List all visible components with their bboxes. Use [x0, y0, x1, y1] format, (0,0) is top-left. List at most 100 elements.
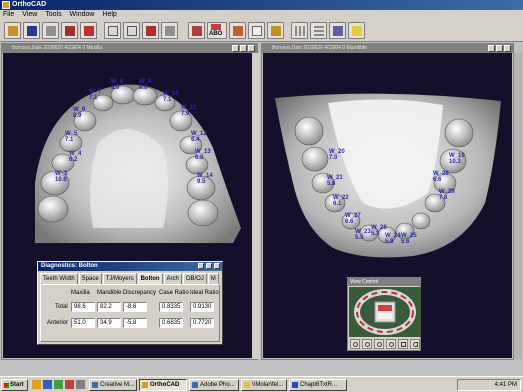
- abo-button[interactable]: ABO: [207, 22, 227, 39]
- undo-icon: [413, 342, 418, 347]
- zoom-window-button[interactable]: [386, 339, 396, 349]
- menu-tools[interactable]: Tools: [42, 10, 64, 20]
- header-maxilla: Maxilla: [71, 290, 90, 296]
- cell-anterior-ideal-ratio: 0.7720: [190, 318, 214, 328]
- quicklaunch-app-icon[interactable]: [76, 380, 85, 389]
- mandible-minimize-button[interactable]: [488, 45, 495, 52]
- chart-button[interactable]: [329, 22, 346, 39]
- maxilla-label-w13: W_13 6.8: [195, 149, 211, 161]
- cell-total-maxilla: 98.6: [71, 302, 95, 312]
- cell-anterior-case-ratio: 0.6835: [159, 318, 183, 328]
- zoom-out-button[interactable]: [362, 339, 372, 349]
- maxilla-close-button[interactable]: [248, 45, 255, 52]
- bolton-panel: Maxilla Mandible Discrepancy Case Ratio …: [40, 284, 220, 342]
- cell-anterior-mandible: 34.9: [97, 318, 121, 328]
- save-icon: [27, 26, 37, 36]
- cube-icon: [84, 26, 94, 36]
- tab-m[interactable]: M: [207, 273, 219, 284]
- maxilla-label-w9: W_9 8.8: [139, 79, 152, 91]
- dialog-minimize-button[interactable]: [198, 263, 204, 269]
- menu-help[interactable]: Help: [99, 10, 119, 20]
- dialog-close-button[interactable]: [214, 263, 220, 269]
- view-side-icon: [146, 26, 156, 36]
- tab-space[interactable]: Space: [78, 273, 102, 284]
- view-side-button[interactable]: [142, 22, 159, 39]
- print-button[interactable]: [42, 22, 59, 39]
- reset-view-button[interactable]: [398, 339, 408, 349]
- undo-view-button[interactable]: [410, 339, 420, 349]
- print-icon: [46, 26, 56, 36]
- maxilla-label-w11: W_11 7.9: [181, 105, 197, 117]
- cube-button[interactable]: [80, 22, 97, 39]
- mandible-window-title-text: Burrows,Dale 2039620 4/19/04 0 Mandible: [272, 45, 367, 51]
- mandible-label-w20: W_20 7.0: [329, 149, 345, 161]
- task-creative[interactable]: Creative M...: [89, 379, 137, 391]
- mandible-label-w19: W_19 10.3: [449, 153, 465, 165]
- maxilla-label-w4: W_4 6.2: [69, 151, 82, 163]
- view-control-title: View Control: [348, 278, 420, 286]
- zoom-in-button[interactable]: [350, 339, 360, 349]
- quicklaunch-folder-icon[interactable]: [32, 380, 41, 389]
- occlusion-icon: [233, 26, 243, 36]
- help-button[interactable]: [348, 22, 365, 39]
- maxilla-minimize-button[interactable]: [232, 45, 239, 52]
- header-discrepancy: Discrepancy: [123, 290, 157, 296]
- task-molar-folder[interactable]: \\Molar\fel...: [241, 379, 287, 391]
- rotate-button[interactable]: [161, 22, 178, 39]
- export-button[interactable]: [61, 22, 78, 39]
- app-title-bar: OrthoCAD: [0, 0, 523, 10]
- app-title: OrthoCAD: [12, 1, 47, 8]
- open-button[interactable]: [4, 22, 21, 39]
- bolton-tab-strip: Teeth Width Space TJ/Moyers Bolton Arch …: [40, 273, 219, 284]
- main-scrollbar[interactable]: [514, 53, 522, 359]
- task-adobe-photoshop[interactable]: Adobe Pho...: [189, 379, 239, 391]
- orthocad-task-icon: [142, 382, 148, 388]
- tab-ob-oj[interactable]: OB/OJ: [182, 273, 207, 284]
- maxilla-scrollbar[interactable]: [252, 53, 260, 359]
- view-control-panel: View Control: [347, 277, 421, 351]
- mandible-label-w22: W_22 6.1: [333, 195, 349, 207]
- row-label-anterior: Anterior: [47, 320, 69, 326]
- tooth-icon: [252, 26, 262, 36]
- quicklaunch-desktop-icon[interactable]: [54, 380, 63, 389]
- menu-view[interactable]: View: [19, 10, 40, 20]
- start-button[interactable]: Start: [1, 379, 28, 391]
- save-button[interactable]: [23, 22, 40, 39]
- quicklaunch-mail-icon[interactable]: [65, 380, 74, 389]
- main-toolbar: ABO: [0, 20, 523, 42]
- tab-arch[interactable]: Arch: [163, 273, 182, 284]
- tooth-button[interactable]: [248, 22, 265, 39]
- maxilla-label-w7: W_7 7.1: [89, 89, 102, 101]
- dialog-maximize-button[interactable]: [206, 263, 212, 269]
- abo-label: ABO: [209, 31, 223, 37]
- table-button[interactable]: [310, 22, 327, 39]
- view-control-ring[interactable]: [349, 287, 421, 337]
- maxilla-label-w12: W_12 6.4: [191, 131, 207, 143]
- quicklaunch-browser-icon[interactable]: [43, 380, 52, 389]
- model-button[interactable]: [188, 22, 205, 39]
- mandible-close-button[interactable]: [504, 45, 511, 52]
- task-chapt6[interactable]: Chapt6TxtR...: [289, 379, 347, 391]
- row-label-total: Total: [55, 304, 68, 310]
- maxilla-maximize-button[interactable]: [240, 45, 247, 52]
- bolton-dialog: Diagnostics: Bolton Teeth Width Space TJ…: [37, 261, 223, 345]
- menu-file[interactable]: File: [0, 10, 17, 20]
- edit-button[interactable]: [267, 22, 284, 39]
- tab-teeth-width[interactable]: Teeth Width: [40, 273, 78, 284]
- maxilla-label-w3: W_3 10.6: [55, 171, 68, 183]
- task-orthocad[interactable]: OrthoCAD: [139, 379, 187, 391]
- grid-button[interactable]: [291, 22, 308, 39]
- menu-window[interactable]: Window: [67, 10, 98, 20]
- zoom-fit-icon: [377, 342, 382, 347]
- zoom-fit-button[interactable]: [374, 339, 384, 349]
- header-mandible: Mandible: [97, 290, 122, 296]
- tab-bolton[interactable]: Bolton: [137, 273, 163, 284]
- view-top-button[interactable]: [123, 22, 140, 39]
- occlusion-button[interactable]: [229, 22, 246, 39]
- start-label: Start: [10, 382, 24, 388]
- maxilla-label-w8: W_8 8.9: [111, 79, 124, 91]
- folder-icon: [244, 382, 250, 388]
- tab-tj-moyers[interactable]: TJ/Moyers: [102, 273, 137, 284]
- mandible-maximize-button[interactable]: [496, 45, 503, 52]
- view-front-button[interactable]: [104, 22, 121, 39]
